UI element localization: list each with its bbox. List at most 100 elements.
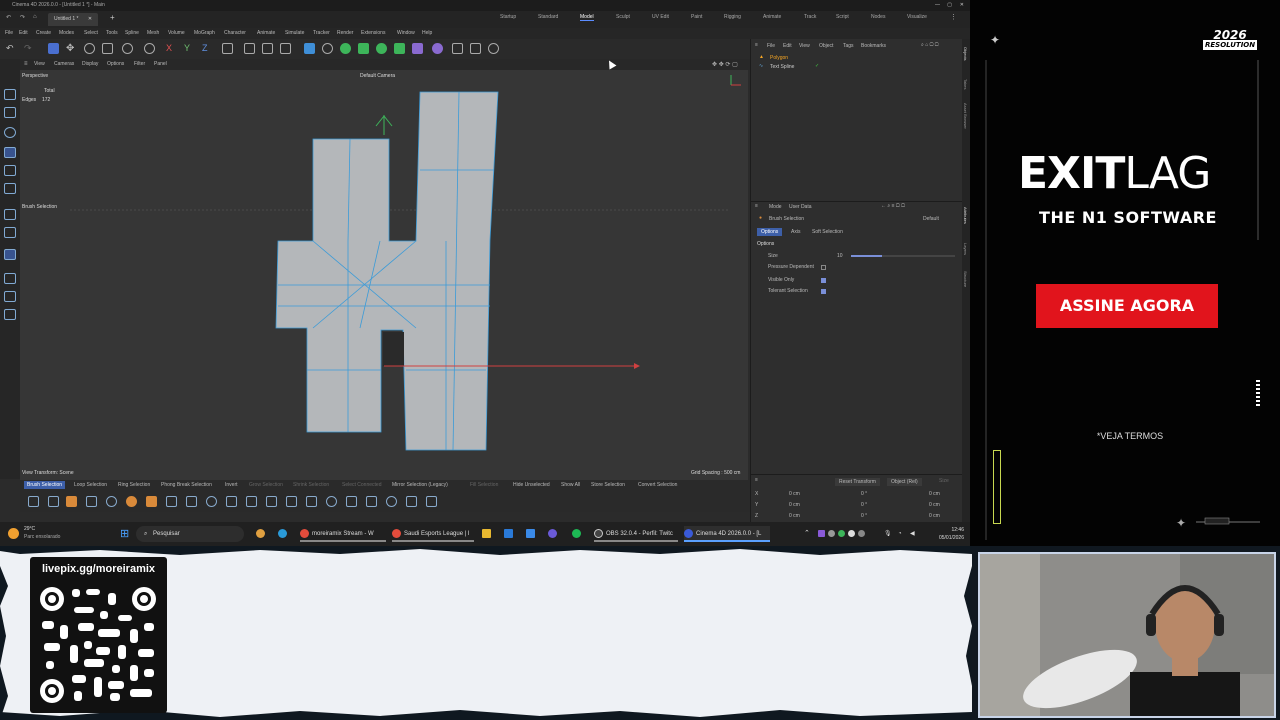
menu-render[interactable]: Render xyxy=(337,30,353,36)
copilot-icon[interactable] xyxy=(256,526,268,542)
render-picture-icon[interactable] xyxy=(262,43,273,54)
size-value[interactable]: 10 xyxy=(837,253,843,259)
brush-tool-icon[interactable] xyxy=(28,496,39,507)
tolerant-checkbox[interactable] xyxy=(821,289,826,294)
cube-icon[interactable] xyxy=(304,43,315,54)
om-menu-file[interactable]: File xyxy=(767,43,775,49)
btn-hide-unselected[interactable]: Hide Unselected xyxy=(513,482,550,488)
side-tab-layers[interactable]: Layers xyxy=(963,243,968,255)
extrude-tool-icon[interactable] xyxy=(146,496,157,507)
y-axis-icon[interactable]: Y xyxy=(184,43,195,54)
btn-select-connected[interactable]: Select Connected xyxy=(342,482,381,488)
menu-file[interactable]: File xyxy=(5,30,13,36)
rotate-tool-icon[interactable] xyxy=(84,43,95,54)
attr-menu-mode[interactable]: Mode xyxy=(769,204,782,210)
axis-mode-icon[interactable] xyxy=(4,209,16,220)
layout-nodes[interactable]: Nodes xyxy=(871,14,885,20)
search-box[interactable]: ⌕ Pesquisar xyxy=(136,526,244,542)
menu-edit[interactable]: Edit xyxy=(19,30,28,36)
visible-check-icon[interactable]: ✓ xyxy=(815,63,819,69)
attr-menu-icon[interactable]: ≡ xyxy=(755,203,758,209)
magnet-icon[interactable] xyxy=(4,249,16,260)
layout-paint[interactable]: Paint xyxy=(691,14,702,20)
object-row-text-spline[interactable]: ∿ Text Spline ✓ xyxy=(755,63,955,71)
pressure-checkbox[interactable] xyxy=(821,265,826,270)
points-mode-icon[interactable] xyxy=(4,127,16,138)
texture-mode-icon[interactable] xyxy=(4,107,16,118)
tray-chevron-icon[interactable]: ⌃ xyxy=(804,526,810,542)
side-tab-asset-browser[interactable]: Asset Browser xyxy=(963,103,968,129)
btn-shrink-selection[interactable]: Shrink Selection xyxy=(293,482,329,488)
attr-nav-icons[interactable]: ← ⌕ ≡ ▢ ▢ xyxy=(881,203,905,209)
side-tab-structure[interactable]: Structure xyxy=(963,271,968,287)
deformer-icon[interactable] xyxy=(394,43,405,54)
clock[interactable]: 12:46 05/01/2026 xyxy=(928,526,964,542)
move-tool-icon[interactable]: ✥ xyxy=(66,43,77,54)
menu-character[interactable]: Character xyxy=(224,30,246,36)
btn-grow-selection[interactable]: Grow Selection xyxy=(249,482,283,488)
vp-menu-display[interactable]: Display xyxy=(82,61,98,67)
menu-tools[interactable]: Tools xyxy=(106,30,118,36)
om-menu-tags[interactable]: Tags xyxy=(843,43,854,49)
menu-create[interactable]: Create xyxy=(36,30,51,36)
layout-startup[interactable]: Startup xyxy=(500,14,516,20)
om-menu-bookmarks[interactable]: Bookmarks xyxy=(861,43,886,49)
taskbar-app-obs[interactable]: OBS 32.0.4 - Perfil: Twitc xyxy=(594,526,678,542)
om-menu-view[interactable]: View xyxy=(799,43,810,49)
subdivision-icon[interactable] xyxy=(340,43,351,54)
om-menu-icon[interactable]: ≡ xyxy=(755,42,758,48)
taskbar-app-chrome-2[interactable]: Saudi Esports League | I xyxy=(392,526,474,542)
align-normals-icon[interactable] xyxy=(286,496,297,507)
redo-icon[interactable]: ↷ xyxy=(20,14,25,21)
size-field[interactable]: 0 cm xyxy=(929,502,940,508)
store-icon[interactable] xyxy=(526,526,538,542)
rot-field[interactable]: 0 ° xyxy=(861,502,867,508)
tab-options[interactable]: Options xyxy=(757,228,783,236)
x-axis-icon[interactable]: X xyxy=(166,43,177,54)
z-axis-icon[interactable]: Z xyxy=(202,43,213,54)
workplane-icon[interactable] xyxy=(4,273,16,284)
tray-icons[interactable] xyxy=(818,526,868,542)
render-settings-icon[interactable] xyxy=(280,43,291,54)
menu-help[interactable]: Help xyxy=(422,30,432,36)
coord-menu-icon[interactable]: ≡ xyxy=(755,477,758,483)
layout-script[interactable]: Script xyxy=(836,14,849,20)
viewport-3d[interactable]: Perspective Default Camera Total Edges 1… xyxy=(20,70,748,480)
cloner-icon[interactable] xyxy=(376,43,387,54)
pos-field[interactable]: 0 cm xyxy=(789,491,800,497)
mirror-icon[interactable] xyxy=(266,496,277,507)
iron-icon[interactable] xyxy=(426,496,437,507)
close-icon[interactable]: ✕ xyxy=(960,0,964,11)
side-tab-takes[interactable]: Takes xyxy=(963,79,968,89)
split-icon[interactable] xyxy=(246,496,257,507)
taskbar-app-chrome[interactable]: moreiramix Stream - W xyxy=(300,526,386,542)
grid-icon[interactable] xyxy=(452,43,463,54)
attr-menu-user-data[interactable]: User Data xyxy=(789,204,812,210)
viewport-nav-icons[interactable]: ✥ ✥ ⟳ ▢ xyxy=(712,61,738,68)
optimize-icon[interactable] xyxy=(226,496,237,507)
coord-size-button[interactable]: Size xyxy=(939,478,949,484)
minimize-icon[interactable]: — xyxy=(935,0,940,11)
pos-field[interactable]: 0 cm xyxy=(789,513,800,519)
btn-phong-break-selection[interactable]: Phong Break Selection xyxy=(161,482,212,488)
vp-menu-view[interactable]: View xyxy=(34,61,45,67)
visible-only-checkbox[interactable] xyxy=(821,278,826,283)
loop-cut-icon[interactable] xyxy=(106,496,117,507)
menu-tracker[interactable]: Tracker xyxy=(313,30,330,36)
explorer-icon[interactable] xyxy=(482,526,494,542)
layout-model[interactable]: Model xyxy=(580,14,594,21)
set-point-value-icon[interactable] xyxy=(406,496,417,507)
select-tool-icon[interactable] xyxy=(48,43,59,54)
edge-icon[interactable] xyxy=(278,526,290,542)
weather-widget[interactable]: 29°C Parc ensolarado xyxy=(8,525,60,541)
layout-track[interactable]: Track xyxy=(804,14,816,20)
undo-icon[interactable]: ↶ xyxy=(6,14,11,21)
camera-icon[interactable] xyxy=(470,43,481,54)
side-tab-attributes[interactable]: Attributes xyxy=(963,207,968,224)
coord-mode-dropdown[interactable]: Object (Rel) xyxy=(887,478,922,486)
light-icon[interactable] xyxy=(432,43,443,54)
uv-mode-icon[interactable] xyxy=(4,183,16,194)
menu-mograph[interactable]: MoGraph xyxy=(194,30,215,36)
scale-tool-icon[interactable] xyxy=(102,43,113,54)
btn-fill-selection[interactable]: Fill Selection xyxy=(470,482,498,488)
